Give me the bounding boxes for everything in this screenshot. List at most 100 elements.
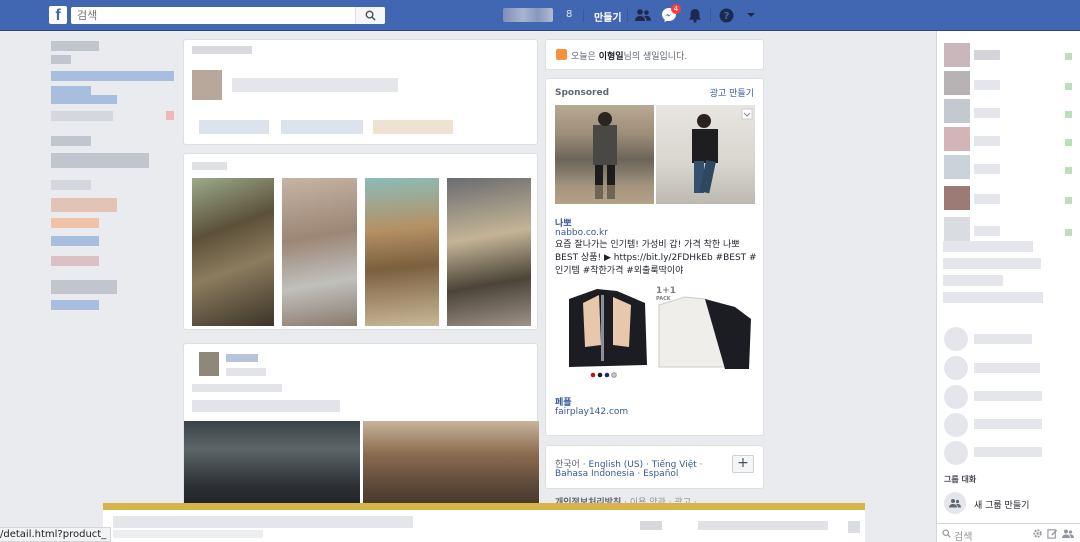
contact-avatar[interactable]	[944, 127, 970, 151]
notifications-bell-icon[interactable]	[686, 6, 704, 24]
gift-icon	[556, 49, 567, 60]
post-header	[192, 162, 227, 170]
ad1-image-left[interactable]	[555, 105, 654, 204]
composer-action[interactable]	[373, 120, 453, 134]
contact-row-blurred[interactable]	[943, 241, 1033, 252]
create-button[interactable]: 만들기	[594, 9, 622, 24]
ad2-url[interactable]: fairplay142.com	[555, 407, 628, 417]
contact-avatar[interactable]	[944, 356, 968, 380]
composer-header	[192, 46, 252, 54]
nav-item[interactable]	[51, 198, 117, 212]
search-icon	[942, 529, 951, 538]
compose-icon[interactable]	[1047, 528, 1058, 539]
nav-item[interactable]	[51, 180, 91, 190]
post-photo[interactable]	[365, 178, 439, 326]
top-navigation-bar: f 8 만들기 4 ?	[0, 0, 1080, 31]
contact-avatar[interactable]	[944, 186, 970, 210]
help-icon[interactable]: ?	[717, 6, 735, 24]
search-input[interactable]	[77, 8, 347, 23]
overlay-content-blurred	[113, 516, 413, 528]
chat-search-bar[interactable]: 검색	[937, 523, 1080, 542]
ad1-image-right[interactable]	[656, 105, 755, 204]
post-text	[192, 400, 340, 412]
nav-item[interactable]	[51, 153, 149, 168]
post-photo[interactable]	[447, 178, 531, 326]
search-button[interactable]	[355, 7, 385, 24]
contact-avatar[interactable]	[944, 217, 970, 241]
post-meta	[226, 368, 266, 376]
nav-item[interactable]	[51, 95, 117, 104]
contact-avatar[interactable]	[944, 71, 970, 95]
photo-post-card	[183, 343, 539, 514]
overlay-content-blurred	[640, 521, 662, 530]
contact-avatar[interactable]	[944, 327, 968, 351]
nav-item[interactable]	[51, 41, 99, 51]
overlay-close-blurred[interactable]	[848, 521, 860, 533]
contact-name[interactable]	[974, 164, 1000, 174]
avatar[interactable]	[199, 352, 219, 376]
post-author[interactable]	[226, 354, 258, 362]
birthday-name[interactable]: 이형일	[599, 52, 624, 62]
post-photo[interactable]	[282, 178, 357, 326]
ad1-url[interactable]: nabbo.co.kr	[555, 228, 608, 238]
contact-row-blurred[interactable]	[943, 292, 1043, 303]
group-chat-icon[interactable]	[1062, 528, 1074, 539]
contact-name[interactable]	[974, 391, 1042, 401]
language-option-indonesian[interactable]: Bahasa Indonesia	[555, 469, 635, 479]
birthday-reminder[interactable]: 오늘은 이형일님의 생일입니다.	[545, 39, 764, 70]
nav-item[interactable]	[51, 256, 99, 266]
nav-item[interactable]	[51, 300, 99, 310]
nav-item[interactable]	[51, 71, 174, 81]
language-option-spanish[interactable]: Español	[643, 469, 678, 479]
avatar[interactable]	[192, 70, 222, 100]
contact-name[interactable]	[974, 226, 1000, 236]
contact-name[interactable]	[974, 136, 1000, 146]
nav-item-badge	[166, 111, 174, 120]
nav-item[interactable]	[51, 55, 71, 64]
create-new-group-link[interactable]: 새 그룹 만들기	[974, 498, 1029, 511]
nav-item[interactable]	[51, 218, 99, 228]
new-group-icon[interactable]	[944, 492, 966, 514]
language-row-2: Bahasa Indonesia · Español	[555, 469, 679, 479]
contact-avatar[interactable]	[944, 43, 970, 67]
add-language-button[interactable]: +	[732, 455, 754, 473]
composer-input[interactable]	[232, 78, 398, 92]
contact-name[interactable]	[974, 108, 1000, 118]
sponsored-card: Sponsored 광고 만들기 나뽀 nabbo.co.kr 요즘 잘나가는 …	[545, 78, 764, 436]
contact-name[interactable]	[974, 194, 1000, 204]
nav-section-header	[51, 136, 91, 146]
post-photo[interactable]	[363, 421, 539, 514]
facebook-logo[interactable]: f	[49, 6, 67, 24]
nav-item[interactable]	[51, 280, 117, 294]
friend-requests-icon[interactable]	[634, 6, 652, 24]
nav-item[interactable]	[51, 86, 91, 95]
account-menu-chevron-icon[interactable]	[742, 6, 760, 24]
bottom-overlay-bar[interactable]	[103, 503, 865, 542]
post-photo[interactable]	[184, 421, 360, 514]
contact-name[interactable]	[974, 80, 1000, 90]
create-ad-link[interactable]: 광고 만들기	[710, 86, 754, 99]
contact-name[interactable]	[974, 419, 1042, 429]
contact-row-blurred[interactable]	[943, 275, 1003, 286]
profile-name-blurred[interactable]	[503, 8, 553, 22]
contact-name[interactable]	[974, 363, 1040, 373]
nav-item[interactable]	[51, 236, 99, 246]
nav-item[interactable]	[51, 111, 113, 121]
divider	[583, 9, 584, 22]
contact-name[interactable]	[974, 334, 1032, 344]
composer-action[interactable]	[281, 120, 363, 134]
contact-name[interactable]	[974, 447, 1042, 457]
contact-avatar[interactable]	[944, 385, 968, 409]
gear-icon[interactable]	[1032, 528, 1043, 539]
ad2-image[interactable]: 1+1 PACK	[555, 285, 757, 385]
post-photo[interactable]	[192, 178, 274, 326]
profile-count: 8	[566, 9, 573, 20]
contact-row-blurred[interactable]	[943, 258, 1041, 269]
contact-avatar[interactable]	[944, 441, 968, 465]
contact-avatar[interactable]	[944, 99, 970, 123]
contact-avatar[interactable]	[944, 155, 970, 179]
contact-name[interactable]	[974, 50, 1000, 60]
svg-text:?: ?	[723, 11, 729, 22]
composer-action[interactable]	[199, 120, 269, 134]
contact-avatar[interactable]	[944, 413, 968, 437]
